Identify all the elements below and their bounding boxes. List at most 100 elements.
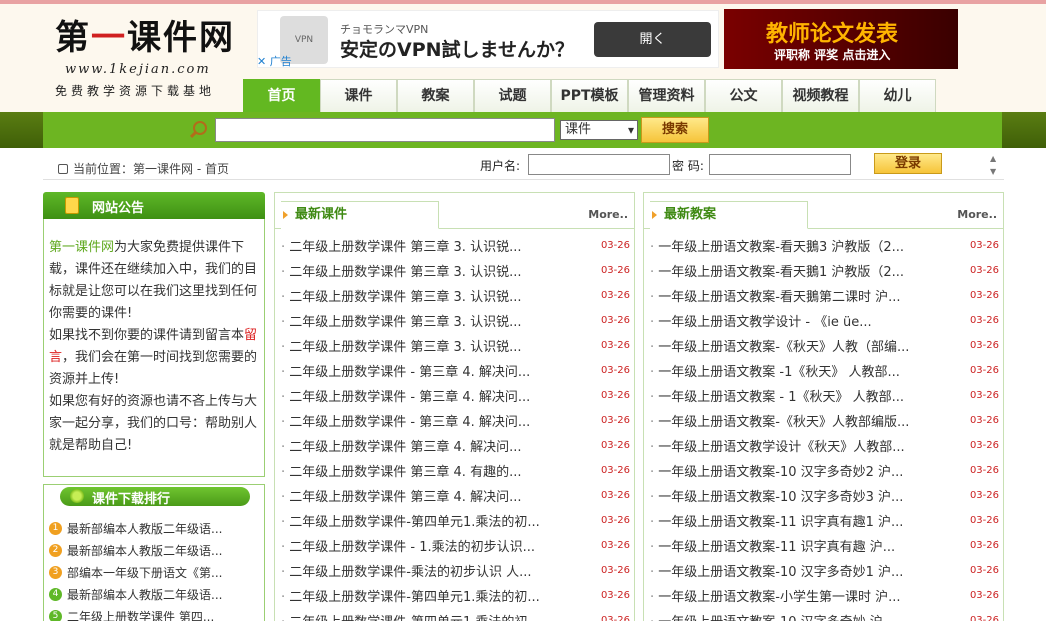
list-item[interactable]: 二年级上册数学课件 第三章 3. 认识锐... 03-26 [281, 233, 630, 258]
list-item-title[interactable]: 二年级上册数学课件 第三章 3. 认识锐... [281, 336, 521, 355]
list-item[interactable]: 一年级上册语文教学设计 - 《ie üe... 03-26 [650, 308, 999, 333]
list-item[interactable]: 一年级上册语文教案-看天鵝第二课时 沪... 03-26 [650, 283, 999, 308]
nav-courseware[interactable]: 课件 [320, 79, 397, 113]
ranking-item-title[interactable]: 最新部编本人教版二年级语... [67, 586, 222, 603]
list-item[interactable]: 二年级上册数学课件 第三章 3. 认识锐... 03-26 [281, 308, 630, 333]
nav-video-tutorials[interactable]: 视频教程 [782, 79, 859, 113]
courseware-tab[interactable]: 最新课件 [281, 201, 439, 229]
password-field[interactable] [709, 154, 851, 175]
ranking-item[interactable]: 5 二年级上册数学课件 第四... [49, 605, 259, 621]
list-item[interactable]: 二年级上册数学课件 第三章 3. 认识锐... 03-26 [281, 333, 630, 358]
nav-home[interactable]: 首页 [243, 79, 320, 113]
list-item[interactable]: 一年级上册语文教案-10 汉字多奇妙 沪... 03-26 [650, 608, 999, 621]
list-item-title[interactable]: 二年级上册数学课件 第三章 3. 认识锐... [281, 236, 521, 255]
lessons-more-link[interactable]: More.. [957, 208, 997, 221]
list-item[interactable]: 二年级上册数学课件-第四单元1.乘法的初... 03-26 [281, 508, 630, 533]
list-item-title[interactable]: 二年级上册数学课件 - 第三章 4. 解决问... [281, 361, 530, 380]
list-item[interactable]: 一年级上册语文教案-10 汉字多奇妙2 沪... 03-26 [650, 458, 999, 483]
list-item-title[interactable]: 二年级上册数学课件-第四单元1.乘法的初... [281, 511, 540, 530]
list-item-title[interactable]: 二年级上册数学课件 - 1.乘法的初步认识... [281, 536, 535, 555]
list-item-title[interactable]: 一年级上册语文教案-《秋天》人教（部编... [650, 336, 909, 355]
search-input[interactable] [215, 118, 555, 142]
list-item-title[interactable]: 二年级上册数学课件 第三章 4. 有趣的... [281, 461, 521, 480]
vpn-ad-banner[interactable]: VPN チョモランマVPN 安定のVPN試しませんか？ 開く [257, 10, 719, 68]
list-item-title[interactable]: 一年级上册语文教案-看天鵝3 沪教版（2... [650, 236, 904, 255]
list-item[interactable]: 一年级上册语文教案 -1《秋天》 人教部... 03-26 [650, 358, 999, 383]
list-item[interactable]: 二年级上册数学课件 第三章 4. 解决问... 03-26 [281, 483, 630, 508]
list-item-title[interactable]: 二年级上册数学课件 第三章 3. 认识锐... [281, 286, 521, 305]
list-item[interactable]: 一年级上册语文教案-11 识字真有趣1 沪... 03-26 [650, 508, 999, 533]
search-category-select[interactable]: 课件 [560, 120, 638, 140]
list-item[interactable]: 二年级上册数学课件 第三章 4. 解决问... 03-26 [281, 433, 630, 458]
list-item-title[interactable]: 二年级上册数学课件 - 第三章 4. 解决问... [281, 411, 530, 430]
ad-close-label[interactable]: ✕ 广告 [257, 53, 292, 69]
list-item-title[interactable]: 一年级上册语文教学设计 - 《ie üe... [650, 311, 871, 330]
list-item-title[interactable]: 一年级上册语文教案-10 汉字多奇妙1 沪... [650, 561, 903, 580]
list-item[interactable]: 一年级上册语文教案-看天鵝3 沪教版（2... 03-26 [650, 233, 999, 258]
list-item[interactable]: 二年级上册数学课件 第三章 4. 有趣的... 03-26 [281, 458, 630, 483]
list-item-title[interactable]: 二年级上册数学课件-第四单元1.乘法的初... [281, 586, 540, 605]
list-item-title[interactable]: 一年级上册语文教案-11 识字真有趣1 沪... [650, 511, 903, 530]
list-item[interactable]: 一年级上册语文教案 - 1《秋天》 人教部... 03-26 [650, 383, 999, 408]
ranking-item[interactable]: 4 最新部编本人教版二年级语... [49, 583, 259, 605]
ad-open-button[interactable]: 開く [594, 22, 711, 57]
list-item-title[interactable]: 一年级上册语文教案-小学生第一课时 沪... [650, 586, 900, 605]
list-item[interactable]: 一年级上册语文教案-看天鵝1 沪教版（2... 03-26 [650, 258, 999, 283]
list-item-title[interactable]: 二年级上册数学课件 第三章 4. 解决问... [281, 486, 521, 505]
list-item-title[interactable]: 一年级上册语文教学设计《秋天》人教部... [650, 436, 904, 455]
list-item[interactable]: 一年级上册语文教案-11 识字真有趣 沪... 03-26 [650, 533, 999, 558]
list-item[interactable]: 一年级上册语文教案-《秋天》人教部编版... 03-26 [650, 408, 999, 433]
nav-preschool[interactable]: 幼儿 [859, 79, 936, 113]
ranking-item-title[interactable]: 最新部编本人教版二年级语... [67, 520, 222, 537]
ranking-item[interactable]: 1 最新部编本人教版二年级语... [49, 517, 259, 539]
list-item[interactable]: 一年级上册语文教案-10 汉字多奇妙1 沪... 03-26 [650, 558, 999, 583]
list-item[interactable]: 二年级上册数学课件 - 第三章 4. 解决问... 03-26 [281, 358, 630, 383]
list-item-title[interactable]: 一年级上册语文教案-10 汉字多奇妙 沪... [650, 611, 895, 621]
list-item-title[interactable]: 一年级上册语文教案-10 汉字多奇妙2 沪... [650, 461, 903, 480]
list-item[interactable]: 一年级上册语文教案-10 汉字多奇妙3 沪... 03-26 [650, 483, 999, 508]
ranking-item-title[interactable]: 部编本一年级下册语文《第... [67, 564, 222, 581]
ranking-item[interactable]: 2 最新部编本人教版二年级语... [49, 539, 259, 561]
list-item[interactable]: 一年级上册语文教学设计《秋天》人教部... 03-26 [650, 433, 999, 458]
list-item[interactable]: 一年级上册语文教案-小学生第一课时 沪... 03-26 [650, 583, 999, 608]
list-item-title[interactable]: 一年级上册语文教案-看天鵝1 沪教版（2... [650, 261, 904, 280]
nav-management[interactable]: 管理资料 [628, 79, 705, 113]
login-button[interactable]: 登录 [874, 153, 942, 174]
nav-lesson-plans[interactable]: 教案 [397, 79, 474, 113]
list-item[interactable]: 一年级上册语文教案-《秋天》人教（部编... 03-26 [650, 333, 999, 358]
paper-publish-ad-banner[interactable]: 教师论文发表 评职称 评奖 点击进入 [724, 9, 958, 69]
list-item-title[interactable]: 一年级上册语文教案 - 1《秋天》 人教部... [650, 386, 904, 405]
list-item-title[interactable]: 一年级上册语文教案-看天鵝第二课时 沪... [650, 286, 900, 305]
search-button[interactable]: 搜索 [641, 117, 709, 143]
list-item-title[interactable]: 二年级上册数学课件 第三章 3. 认识锐... [281, 311, 521, 330]
list-item[interactable]: 二年级上册数学课件 - 第三章 4. 解决问... 03-26 [281, 383, 630, 408]
list-item-title[interactable]: 二年级上册数学课件 - 第三章 4. 解决问... [281, 386, 530, 405]
courseware-more-link[interactable]: More.. [588, 208, 628, 221]
ranking-item[interactable]: 3 部编本一年级下册语文《第... [49, 561, 259, 583]
list-item[interactable]: 二年级上册数学课件 - 1.乘法的初步认识... 03-26 [281, 533, 630, 558]
list-item-title[interactable]: 二年级上册数学课件-第四单元1.乘法的初... [281, 611, 540, 621]
nav-documents[interactable]: 公文 [705, 79, 782, 113]
list-item[interactable]: 二年级上册数学课件 第三章 3. 认识锐... 03-26 [281, 258, 630, 283]
username-field[interactable] [528, 154, 670, 175]
notice-site-link[interactable]: 第一课件网 [49, 240, 114, 255]
list-item-title[interactable]: 一年级上册语文教案-11 识字真有趣 沪... [650, 536, 895, 555]
site-logo[interactable]: 第一课件网 www.1kejian.com 免费教学资源下载基地 [55, 16, 240, 99]
list-item[interactable]: 二年级上册数学课件-乘法的初步认识 人... 03-26 [281, 558, 630, 583]
nav-ppt-templates[interactable]: PPT模板 [551, 79, 628, 113]
list-item-title[interactable]: 一年级上册语文教案-10 汉字多奇妙3 沪... [650, 486, 903, 505]
ranking-item-title[interactable]: 二年级上册数学课件 第四... [67, 608, 214, 621]
list-item[interactable]: 二年级上册数学课件 第三章 3. 认识锐... 03-26 [281, 283, 630, 308]
list-item[interactable]: 二年级上册数学课件 - 第三章 4. 解决问... 03-26 [281, 408, 630, 433]
list-item-title[interactable]: 二年级上册数学课件 第三章 4. 解决问... [281, 436, 521, 455]
list-item[interactable]: 二年级上册数学课件-第四单元1.乘法的初... 03-26 [281, 608, 630, 621]
lessons-tab[interactable]: 最新教案 [650, 201, 808, 229]
scroll-arrows-icon[interactable]: ▲ ▼ [990, 152, 996, 178]
list-item-title[interactable]: 二年级上册数学课件-乘法的初步认识 人... [281, 561, 531, 580]
list-item-title[interactable]: 一年级上册语文教案-《秋天》人教部编版... [650, 411, 909, 430]
list-item-title[interactable]: 二年级上册数学课件 第三章 3. 认识锐... [281, 261, 521, 280]
list-item[interactable]: 二年级上册数学课件-第四单元1.乘法的初... 03-26 [281, 583, 630, 608]
ranking-item-title[interactable]: 最新部编本人教版二年级语... [67, 542, 222, 559]
list-item-title[interactable]: 一年级上册语文教案 -1《秋天》 人教部... [650, 361, 900, 380]
nav-exams[interactable]: 试题 [474, 79, 551, 113]
